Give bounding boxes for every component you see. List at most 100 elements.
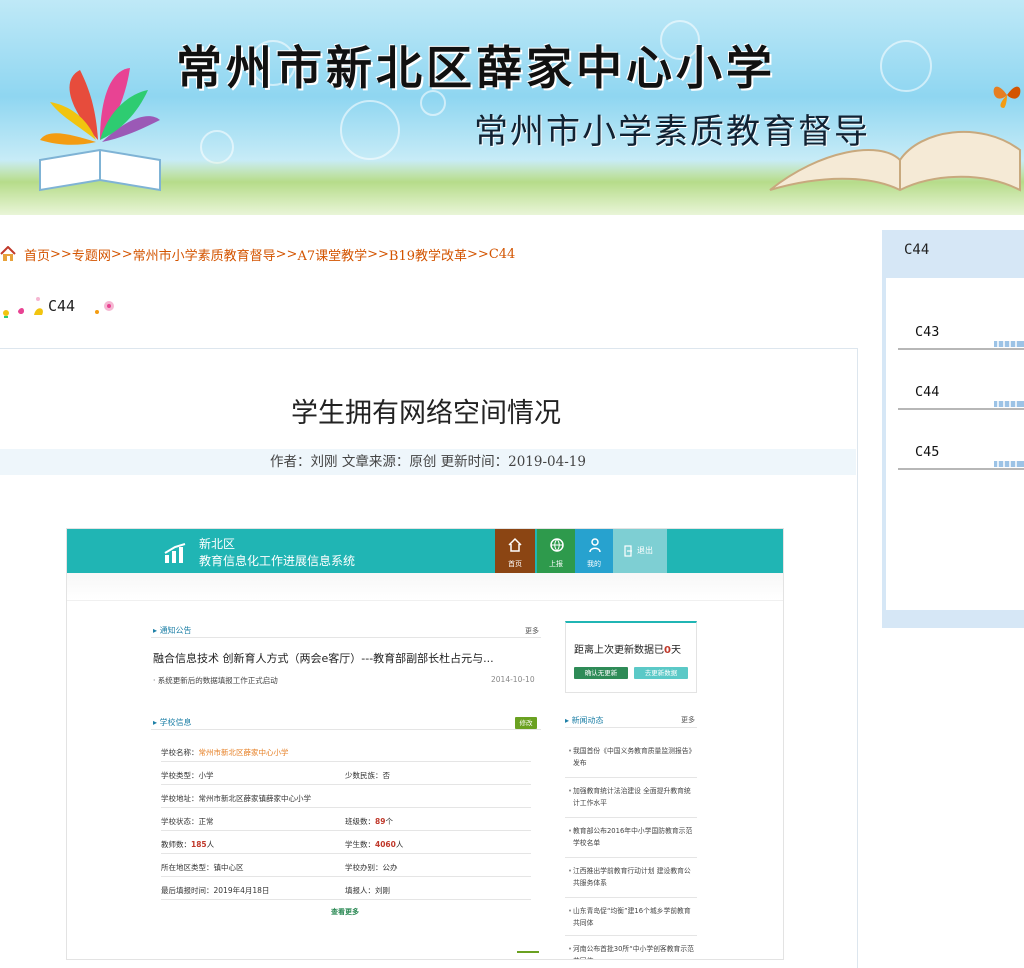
field-value: 公办: [382, 863, 398, 872]
nav-home-label: 首页: [508, 560, 522, 568]
divider: [161, 876, 531, 877]
school-name-title: 常州市新北区薛家中心小学: [176, 41, 776, 95]
section-title: C44: [0, 288, 119, 324]
breadcrumb-c44[interactable]: C44: [489, 247, 516, 262]
flower-decoration-icon: [95, 301, 115, 314]
field-value: 刘刚: [375, 886, 390, 895]
school-name-field: 学校名称：常州市新北区薛家中心小学: [161, 747, 289, 758]
breadcrumb-supervision[interactable]: 常州市小学素质教育督导: [133, 245, 276, 264]
breadcrumb-separator: >>: [467, 246, 489, 262]
bokeh-decoration: [340, 100, 400, 160]
notice-item: · 系统更新后的数据填报工作正式启动: [153, 676, 278, 685]
update-status-text: 距离上次更新数据已0天: [574, 641, 681, 656]
update-suffix: 天: [670, 645, 681, 656]
divider: [151, 637, 541, 638]
school-address-field: 学校地址：常州市新北区薛家镇薛家中心小学: [161, 793, 311, 804]
school-status-field: 学校状态：正常: [161, 816, 214, 827]
divider: [565, 857, 697, 858]
field-label: 班级数：: [345, 817, 375, 826]
sidebar-item-c43[interactable]: C43: [898, 316, 1024, 350]
butterfly-icon: [993, 86, 1021, 108]
system-name-line2: 教育信息化工作进展信息系统: [199, 554, 356, 568]
breadcrumb-a7[interactable]: A7课堂教学: [297, 245, 367, 264]
notice-more-link: 更多: [525, 627, 539, 635]
divider: [161, 830, 531, 831]
news-more-link: 更多: [681, 716, 695, 724]
divider: [517, 951, 539, 953]
class-count-field: 班级数：89个: [345, 816, 393, 827]
breadcrumb: 首页 >> 专题网 >> 常州市小学素质教育督导 >> A7课堂教学 >> B1…: [0, 244, 515, 264]
sidebar-item-label: C44: [915, 384, 940, 400]
teacher-count-field: 教师数：185人: [161, 839, 214, 850]
minority-field: 少数民族：否: [345, 770, 390, 781]
nav-mine-label: 我的: [587, 560, 601, 568]
field-value: 否: [382, 771, 391, 780]
field-label: 所在地区类型：: [161, 863, 214, 872]
divider: [161, 784, 531, 785]
divider: [565, 727, 697, 728]
article-screenshot-image: 新北区 教育信息化工作进展信息系统 首页 上报 我的 退出 通知公告 更多 融合…: [66, 528, 784, 960]
article-meta: 作者：刘刚 文章来源：原创 更新时间：2019-04-19: [0, 449, 856, 475]
user-icon: [589, 538, 601, 553]
divider: [161, 761, 531, 762]
divider: [161, 807, 531, 808]
breadcrumb-b19[interactable]: B19教学改革: [389, 245, 467, 264]
field-label: 少数民族：: [345, 771, 383, 780]
sidebar-item-c44[interactable]: C44: [898, 376, 1024, 410]
school-type-field: 学校类型：小学: [161, 770, 214, 781]
divider: [565, 777, 697, 778]
nav-report-label: 上报: [549, 560, 563, 568]
go-update-button: 去更新数据: [634, 667, 688, 679]
edit-school-button: 修改: [515, 717, 537, 729]
bokeh-decoration: [200, 130, 234, 164]
news-item: 江西推出学前教育行动计划 建设教育公共服务体系: [568, 865, 697, 889]
field-value: 185: [191, 840, 207, 849]
sidebar-list: C43 C44 C45: [886, 278, 1024, 610]
notice-section-title: 通知公告: [153, 625, 192, 636]
bokeh-decoration: [880, 40, 932, 92]
field-label: 填报人：: [345, 886, 375, 895]
school-ownership-field: 学校办别：公办: [345, 862, 398, 873]
update-status-box: 距离上次更新数据已0天 确认无更新 去更新数据: [565, 621, 697, 693]
breadcrumb-topic-site[interactable]: 专题网: [72, 245, 111, 264]
field-label: 学校状态：: [161, 817, 199, 826]
pencil-decoration-icon: [994, 461, 1024, 467]
update-days: 0: [664, 645, 671, 656]
nav-exit-label: 退出: [637, 546, 653, 555]
section-label: C44: [48, 297, 76, 315]
site-banner: 常州市新北区薛家中心小学 常州市小学素质教育督导: [0, 0, 1024, 215]
sidebar-item-label: C43: [915, 324, 940, 340]
confirm-no-update-button: 确认无更新: [574, 667, 628, 679]
exit-icon: [624, 545, 632, 557]
field-value: 正常: [198, 817, 214, 826]
divider: [161, 899, 531, 900]
notice-headline: 融合信息技术 创新育人方式（两会e客厅）---教育部副部长杜占元与...: [153, 652, 494, 665]
system-header: 新北区 教育信息化工作进展信息系统: [67, 529, 783, 573]
field-label: 教师数：: [161, 840, 191, 849]
pencil-decoration-icon: [994, 401, 1024, 407]
sidebar-header: C44: [904, 242, 930, 258]
news-item: 加强教育统计法治建设 全面提升教育统计工作水平: [568, 785, 697, 809]
field-value: 常州市新北区薛家镇薛家中心小学: [198, 794, 312, 803]
breadcrumb-separator: >>: [275, 246, 298, 262]
breadcrumb-separator: >>: [110, 246, 133, 262]
field-label: 学生数：: [345, 840, 375, 849]
globe-icon: [550, 538, 564, 552]
field-label: 学校办别：: [345, 863, 383, 872]
field-value: 2019年4月18日: [213, 886, 270, 895]
divider: [151, 729, 541, 730]
divider: [161, 853, 531, 854]
sidebar-item-c45[interactable]: C45: [898, 436, 1024, 470]
divider: [565, 935, 697, 936]
sidebar-item-label: C45: [915, 444, 940, 460]
area-type-field: 所在地区类型：镇中心区: [161, 862, 244, 873]
field-value: 小学: [198, 771, 214, 780]
breadcrumb-home[interactable]: 首页: [24, 245, 50, 264]
banner-subtitle: 常州市小学素质教育督导: [474, 112, 870, 152]
nav-mine: 我的: [575, 529, 613, 577]
update-prefix: 距离上次更新数据已: [574, 645, 664, 656]
notice-date: 2014-10-10: [491, 675, 535, 684]
home-icon: [508, 537, 522, 552]
breadcrumb-separator: >>: [50, 246, 72, 262]
reporter-field: 填报人：刘刚: [345, 885, 390, 896]
